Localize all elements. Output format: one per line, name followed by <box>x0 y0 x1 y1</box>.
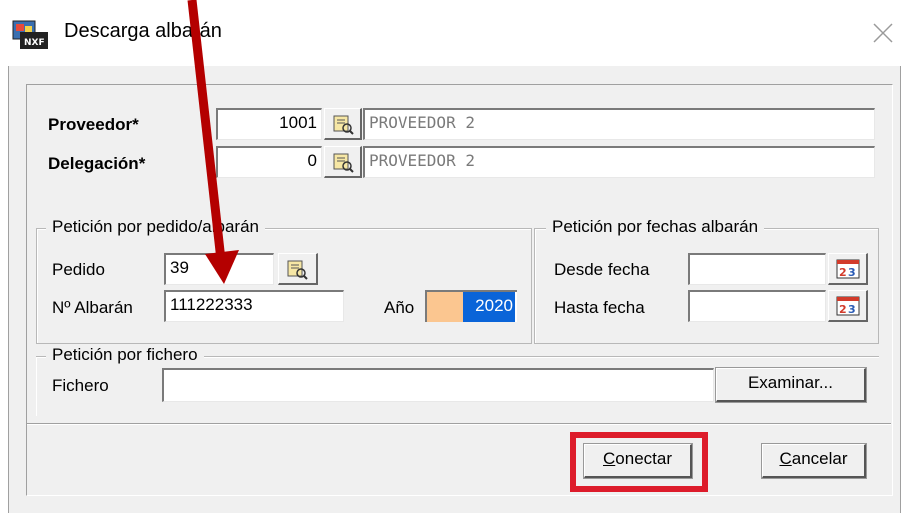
annotation-arrow <box>187 0 239 284</box>
